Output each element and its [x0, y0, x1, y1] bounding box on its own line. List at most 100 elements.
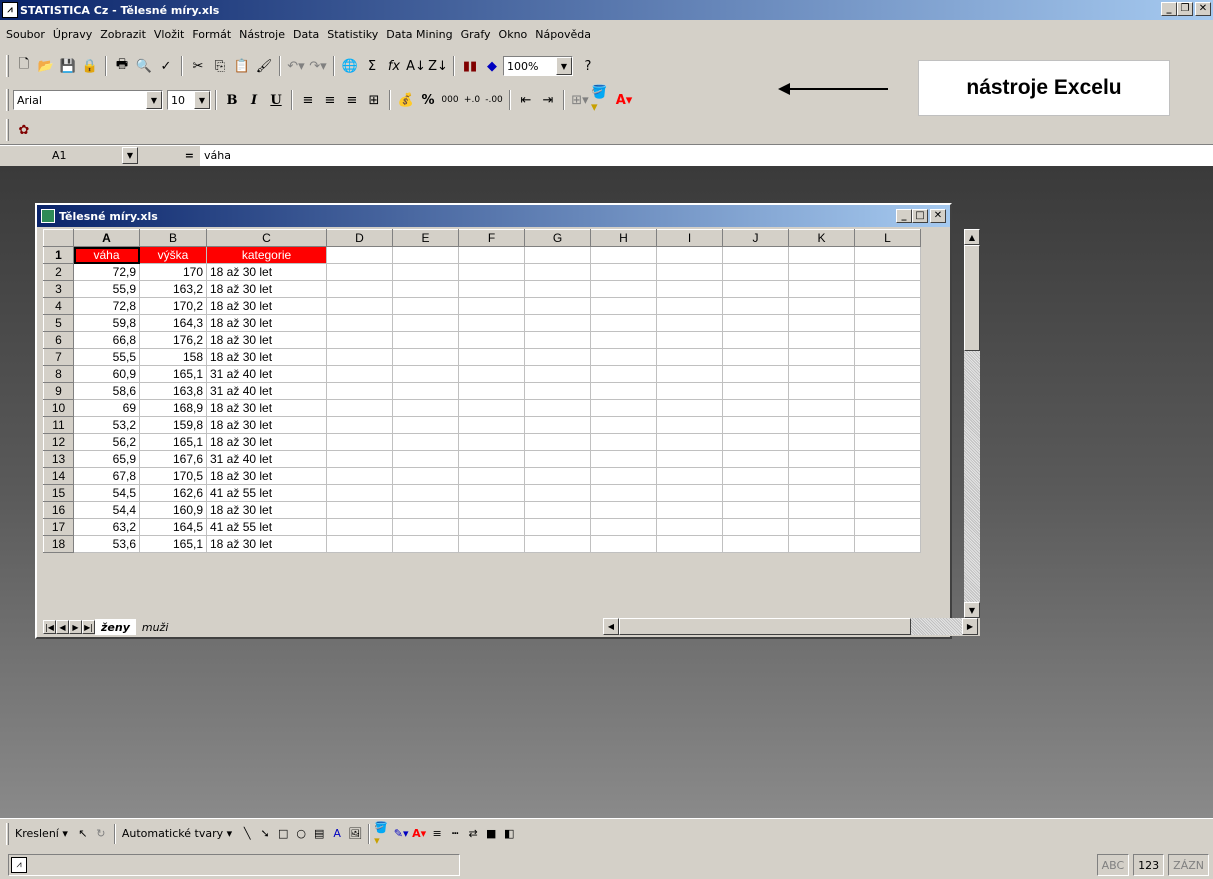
column-header[interactable]: A [73, 229, 140, 247]
empty-cell[interactable] [392, 263, 459, 281]
row-header[interactable]: 9 [43, 382, 74, 400]
cell-a[interactable]: 54,4 [73, 501, 140, 519]
minimize-button[interactable]: _ [1161, 2, 1177, 16]
empty-cell[interactable] [656, 535, 723, 553]
row-header[interactable]: 1 [43, 246, 74, 264]
empty-cell[interactable] [854, 348, 921, 366]
function-icon[interactable]: fx [383, 55, 405, 77]
empty-cell[interactable] [590, 501, 657, 519]
cell-c[interactable]: 41 až 55 let [206, 518, 327, 536]
empty-cell[interactable] [326, 416, 393, 434]
fill-color-icon[interactable]: 🪣▾ [591, 85, 613, 115]
decrease-decimal-icon[interactable]: -.00 [483, 89, 505, 111]
cell-b[interactable]: 167,6 [139, 450, 207, 468]
menu-item[interactable]: Data Mining [386, 28, 452, 41]
cell-b[interactable]: 165,1 [139, 535, 207, 553]
empty-cell[interactable] [656, 365, 723, 383]
chevron-down-icon[interactable]: ▼ [556, 57, 572, 75]
empty-cell[interactable] [458, 331, 525, 349]
empty-cell[interactable] [656, 399, 723, 417]
cell-c[interactable]: 18 až 30 let [206, 433, 327, 451]
cell-a[interactable]: 72,9 [73, 263, 140, 281]
row-header[interactable]: 14 [43, 467, 74, 485]
empty-cell[interactable] [854, 484, 921, 502]
empty-cell[interactable] [326, 263, 393, 281]
fill-color-icon[interactable]: 🪣▾ [374, 821, 392, 847]
maximize-button[interactable]: □ [912, 209, 928, 223]
row-header[interactable]: 3 [43, 280, 74, 298]
font-color-icon[interactable]: A▾ [410, 823, 428, 845]
chevron-down-icon[interactable]: ▼ [194, 91, 210, 109]
cell-c[interactable]: kategorie [206, 246, 327, 264]
empty-cell[interactable] [458, 484, 525, 502]
cell-c[interactable]: 18 až 30 let [206, 348, 327, 366]
empty-cell[interactable] [854, 535, 921, 553]
3d-icon[interactable]: ◧ [500, 823, 518, 845]
empty-cell[interactable] [788, 280, 855, 298]
permission-icon[interactable]: 🔒 [79, 55, 101, 77]
cell-b[interactable]: 168,9 [139, 399, 207, 417]
empty-cell[interactable] [788, 416, 855, 434]
scroll-down-icon[interactable]: ▼ [964, 602, 980, 618]
column-header[interactable]: B [139, 229, 207, 247]
empty-cell[interactable] [722, 433, 789, 451]
scroll-up-icon[interactable]: ▲ [964, 229, 980, 245]
prev-sheet-icon[interactable]: ◀ [56, 620, 69, 634]
sort-ascending-icon[interactable]: A↓ [405, 55, 427, 77]
cell-c[interactable]: 18 až 30 let [206, 263, 327, 281]
empty-cell[interactable] [524, 246, 591, 264]
statistica-icon[interactable]: ✿ [13, 119, 35, 141]
empty-cell[interactable] [590, 297, 657, 315]
empty-cell[interactable] [722, 331, 789, 349]
empty-cell[interactable] [854, 280, 921, 298]
toolbar-grip[interactable] [6, 55, 9, 77]
decrease-indent-icon[interactable]: ⇤ [515, 89, 537, 111]
empty-cell[interactable] [326, 365, 393, 383]
empty-cell[interactable] [524, 348, 591, 366]
formula-input[interactable]: váha [200, 149, 231, 162]
cell-b[interactable]: 170 [139, 263, 207, 281]
empty-cell[interactable] [722, 518, 789, 536]
empty-cell[interactable] [326, 518, 393, 536]
font-size-combo[interactable]: 10 ▼ [167, 90, 211, 110]
align-right-icon[interactable]: ≡ [341, 89, 363, 111]
row-header[interactable]: 12 [43, 433, 74, 451]
borders-icon[interactable]: ⊞▾ [569, 89, 591, 111]
empty-cell[interactable] [458, 450, 525, 468]
empty-cell[interactable] [590, 331, 657, 349]
empty-cell[interactable] [788, 314, 855, 332]
empty-cell[interactable] [326, 331, 393, 349]
empty-cell[interactable] [326, 467, 393, 485]
chart-wizard-icon[interactable]: ▮▮ [459, 55, 481, 77]
empty-cell[interactable] [590, 280, 657, 298]
save-icon[interactable]: 💾 [57, 55, 79, 77]
empty-cell[interactable] [524, 501, 591, 519]
cell-b[interactable]: 165,1 [139, 433, 207, 451]
empty-cell[interactable] [392, 416, 459, 434]
cell-c[interactable]: 18 až 30 let [206, 467, 327, 485]
rotate-icon[interactable]: ↻ [92, 823, 110, 845]
empty-cell[interactable] [392, 246, 459, 264]
empty-cell[interactable] [722, 314, 789, 332]
hyperlink-icon[interactable]: 🌐 [339, 55, 361, 77]
row-header[interactable]: 6 [43, 331, 74, 349]
cell-b[interactable]: 159,8 [139, 416, 207, 434]
underline-icon[interactable]: U [265, 89, 287, 111]
merge-center-icon[interactable]: ⊞ [363, 89, 385, 111]
last-sheet-icon[interactable]: ▶| [82, 620, 95, 634]
empty-cell[interactable] [326, 297, 393, 315]
empty-cell[interactable] [524, 518, 591, 536]
empty-cell[interactable] [590, 246, 657, 264]
empty-cell[interactable] [458, 280, 525, 298]
empty-cell[interactable] [590, 467, 657, 485]
empty-cell[interactable] [722, 382, 789, 400]
sheet-tab-muzi[interactable]: muži [136, 619, 175, 635]
empty-cell[interactable] [854, 246, 921, 264]
cell-c[interactable]: 18 až 30 let [206, 501, 327, 519]
row-header[interactable]: 13 [43, 450, 74, 468]
empty-cell[interactable] [590, 348, 657, 366]
empty-cell[interactable] [590, 399, 657, 417]
empty-cell[interactable] [854, 518, 921, 536]
empty-cell[interactable] [656, 450, 723, 468]
cell-a[interactable]: 56,2 [73, 433, 140, 451]
